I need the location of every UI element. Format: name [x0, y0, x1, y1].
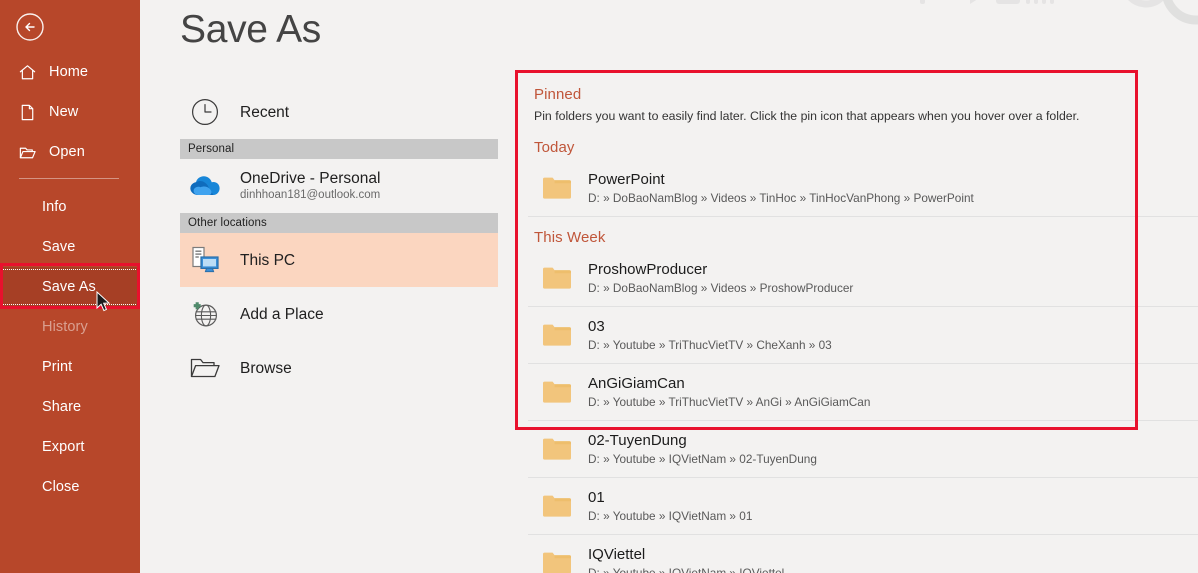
folder-path: D: » DoBaoNamBlog » Videos » TinHoc » Ti…	[588, 191, 974, 205]
folder-icon	[542, 265, 572, 291]
folder-name: ProshowProducer	[588, 261, 708, 278]
pinned-header: Pinned	[534, 86, 582, 103]
folder-row-angigiamcan[interactable]: AnGiGiamCan D: » Youtube » TriThucVietTV…	[528, 364, 1198, 420]
sidebar-item-home[interactable]: Home	[0, 52, 140, 92]
folder-path: D: » Youtube » TriThucVietTV » CheXanh »…	[588, 338, 832, 352]
back-button[interactable]	[15, 12, 45, 42]
mouse-cursor	[96, 291, 111, 312]
locations-column: Recent Personal OneDrive - Personal dinh…	[180, 85, 498, 395]
sidebar-item-share[interactable]: Share	[0, 387, 140, 427]
save-as-backstage-screen: Home New Open Info Save Save As History …	[0, 0, 1198, 573]
folder-path: D: » Youtube » IQVietNam » IQViettel	[588, 566, 785, 573]
folder-path: D: » Youtube » IQVietNam » 02-TuyenDung	[588, 452, 817, 466]
folder-row-01[interactable]: 01 D: » Youtube » IQVietNam » 01	[528, 478, 1198, 534]
sidebar-item-open-label: Open	[49, 144, 85, 160]
folder-icon	[542, 175, 572, 201]
group-header-this-week: This Week	[534, 229, 606, 246]
decorative-watermark	[920, 0, 1198, 25]
folder-row-03[interactable]: 03 D: » Youtube » TriThucVietTV » CheXan…	[528, 307, 1198, 363]
folder-name: 02-TuyenDung	[588, 432, 687, 449]
onedrive-cloud-icon	[188, 169, 222, 203]
sidebar-item-save[interactable]: Save	[0, 227, 140, 267]
folder-row-02-tuyendung[interactable]: 02-TuyenDung D: » Youtube » IQVietNam » …	[528, 421, 1198, 477]
folder-path: D: » Youtube » TriThucVietTV » AnGi » An…	[588, 395, 871, 409]
open-folder-icon	[19, 147, 36, 158]
this-pc-icon	[188, 243, 222, 277]
location-this-pc[interactable]: This PC	[180, 233, 498, 287]
folder-row-proshowproducer[interactable]: ProshowProducer D: » DoBaoNamBlog » Vide…	[528, 250, 1198, 306]
back-arrow-icon	[16, 13, 44, 41]
location-onedrive[interactable]: OneDrive - Personal dinhhoan181@outlook.…	[180, 159, 498, 213]
add-place-globe-icon	[188, 297, 222, 331]
folder-row-powerpoint[interactable]: PowerPoint D: » DoBaoNamBlog » Videos » …	[528, 160, 1198, 216]
folder-icon	[542, 379, 572, 405]
pinned-description: Pin folders you want to easily find late…	[534, 109, 1080, 123]
folder-icon	[542, 322, 572, 348]
clock-icon	[188, 95, 222, 129]
page-title: Save As	[180, 8, 321, 51]
location-this-pc-label: This PC	[240, 251, 296, 269]
folder-name: AnGiGiamCan	[588, 375, 685, 392]
folder-name: 03	[588, 318, 605, 335]
folder-icon	[542, 550, 572, 573]
location-browse-label: Browse	[240, 359, 292, 377]
sidebar-item-history: History	[42, 319, 88, 335]
sidebar-item-home-label: Home	[49, 64, 89, 80]
rail-divider	[19, 178, 119, 179]
location-recent[interactable]: Recent	[180, 85, 498, 139]
sidebar-item-info[interactable]: Info	[0, 187, 140, 227]
group-header-today: Today	[534, 139, 575, 156]
folder-name: 01	[588, 489, 605, 506]
folder-name: PowerPoint	[588, 171, 665, 188]
sidebar-item-new-label: New	[49, 104, 79, 120]
backstage-nav-rail: Home New Open Info Save Save As History …	[0, 0, 140, 573]
location-onedrive-account: dinhhoan181@outlook.com	[240, 189, 381, 201]
save-as-focus-outline	[2, 269, 138, 305]
location-recent-label: Recent	[240, 103, 290, 121]
location-add-a-place-label: Add a Place	[240, 305, 324, 323]
locations-group-personal-header: Personal	[180, 139, 498, 159]
recent-folders-panel: Pinned Pin folders you want to easily fi…	[528, 70, 1198, 573]
location-onedrive-name: OneDrive - Personal	[240, 170, 381, 187]
sidebar-item-open[interactable]: Open	[0, 132, 140, 172]
sidebar-item-export[interactable]: Export	[0, 427, 140, 467]
browse-folder-icon	[188, 351, 222, 385]
folder-row-iqviettel[interactable]: IQViettel D: » Youtube » IQVietNam » IQV…	[528, 535, 1198, 573]
row-divider	[528, 216, 1198, 217]
sidebar-item-close[interactable]: Close	[0, 467, 140, 507]
folder-path: D: » Youtube » IQVietNam » 01	[588, 509, 753, 523]
location-browse[interactable]: Browse	[180, 341, 498, 395]
folder-icon	[542, 436, 572, 462]
new-document-icon	[21, 104, 34, 120]
location-add-a-place[interactable]: Add a Place	[180, 287, 498, 341]
sidebar-item-print[interactable]: Print	[0, 347, 140, 387]
folder-name: IQViettel	[588, 546, 646, 563]
folder-path: D: » DoBaoNamBlog » Videos » ProshowProd…	[588, 281, 854, 295]
folder-icon	[542, 493, 572, 519]
locations-group-other-header: Other locations	[180, 213, 498, 233]
sidebar-item-new[interactable]: New	[0, 92, 140, 132]
home-icon	[19, 64, 36, 79]
